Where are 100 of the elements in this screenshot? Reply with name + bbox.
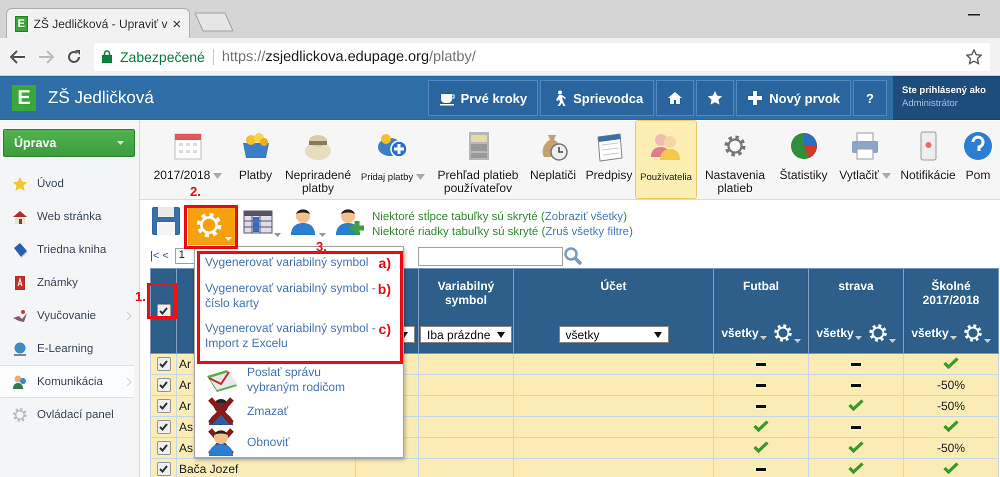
sidebar-item[interactable]: Známky — [0, 266, 134, 299]
toolbar-button[interactable]: Prehľad platieb používateľov — [433, 120, 523, 198]
toolbar-button[interactable]: Nepriradené platby — [283, 120, 353, 198]
checkbox[interactable] — [156, 357, 170, 372]
address-bar[interactable]: Zabezpečené https://zsjedlickova.edupage.org/platby/ — [94, 42, 990, 70]
toolbar-button[interactable]: Neplatiči — [523, 120, 583, 186]
header-button[interactable]: Nový prvok — [736, 80, 852, 116]
caret-icon — [854, 336, 862, 340]
notice-text: Niektoré riadky tabuľky sú skryté (Zruš všetky filtre) — [372, 225, 633, 240]
filter-dropdown[interactable]: všetky — [911, 326, 957, 340]
checkbox[interactable] — [156, 378, 170, 392]
dash-mark — [756, 468, 766, 472]
column-settings-button[interactable] — [772, 323, 801, 343]
dropdown-arrow-icon — [654, 332, 662, 338]
search-field[interactable] — [418, 246, 563, 266]
toolbar-button[interactable]: Štatistiky — [773, 120, 834, 186]
table-cell: -50% — [936, 378, 965, 392]
caret-icon — [274, 233, 281, 237]
star-icon — [707, 90, 724, 106]
header-button[interactable] — [696, 80, 734, 116]
sidebar-item[interactable]: E-Learning — [0, 332, 134, 365]
check-icon — [753, 440, 769, 452]
sidebar-item[interactable]: Komunikácia — [0, 365, 134, 398]
table-cell: Bača Jozef — [176, 458, 356, 477]
tools-icon — [12, 308, 28, 324]
dash-mark — [851, 426, 861, 430]
people-icon — [12, 374, 28, 390]
header-button[interactable] — [656, 80, 694, 116]
sidebar-item[interactable]: Triedna kniha — [0, 233, 134, 266]
dash-mark — [851, 384, 861, 388]
url-text: https://zsjedlickova.edupage.org/platby/ — [222, 48, 476, 64]
sidebar-item[interactable]: Úvod — [0, 167, 134, 200]
pager-link[interactable]: |< < — [150, 250, 169, 262]
toolbar-button[interactable]: Pom — [960, 120, 996, 186]
toolbar-button[interactable]: Pridaj platby — [353, 120, 433, 186]
toolbar-button[interactable]: 2017/2018 — [148, 120, 228, 186]
search-icon — [563, 246, 583, 266]
notice-link[interactable]: Zruš všetky filtre — [545, 226, 630, 238]
filter-select[interactable]: Iba prázdne — [420, 326, 512, 343]
filter-select[interactable]: všetky — [558, 326, 668, 343]
header-button[interactable]: Prvé kroky — [428, 80, 538, 116]
checkbox[interactable] — [156, 420, 170, 434]
menu-item[interactable]: Obnoviť — [247, 434, 290, 450]
sidebar-item[interactable]: Vyučovanie — [0, 299, 134, 332]
filter-dropdown[interactable]: všetky — [816, 326, 862, 340]
caret-icon — [319, 233, 326, 237]
dropdown-caret-icon — [416, 174, 426, 180]
annotation-frame — [184, 205, 238, 249]
secure-label: Zabezpečené — [120, 48, 214, 64]
toolbar-button[interactable]: Notifikácie — [896, 120, 960, 186]
column-settings-button[interactable] — [868, 323, 896, 343]
header-button[interactable]: ? — [853, 80, 887, 116]
gear-icon — [868, 323, 888, 343]
checkbox[interactable] — [156, 441, 170, 456]
notice-text: Niektoré stĺpce tabuľky sú skryté (Zobraziť všetky) — [372, 210, 628, 225]
caret-icon — [984, 339, 991, 343]
column-header: strava — [838, 279, 874, 293]
minimize-icon — [968, 14, 980, 16]
annotation-label: 2. — [190, 184, 201, 199]
toolbar-button[interactable]: Používatelia — [635, 120, 697, 199]
checkbox[interactable] — [156, 462, 170, 476]
header-button[interactable]: Sprievodca — [540, 80, 654, 116]
home-icon — [667, 90, 684, 106]
house-icon — [12, 208, 28, 224]
plus-icon — [747, 90, 764, 106]
column-header: Účet — [600, 279, 626, 293]
globe-icon — [12, 340, 28, 356]
toolbar-button[interactable]: Platby — [228, 120, 283, 186]
check-icon — [753, 420, 769, 432]
caret-icon — [224, 237, 232, 241]
close-icon — [173, 18, 181, 28]
filter-dropdown[interactable]: všetky — [721, 326, 767, 340]
check-icon — [848, 462, 864, 474]
column-header: Školné 2017/2018 — [922, 279, 980, 307]
toolbar-button[interactable]: Nastavenia platieb — [697, 120, 773, 198]
check-icon — [943, 356, 959, 368]
dash-mark — [756, 384, 766, 388]
menu-item[interactable]: Vygenerovať variabilný symbol - číslo karty — [205, 281, 377, 311]
dash-mark — [851, 363, 861, 366]
gear-icon — [772, 323, 793, 343]
dash-mark — [756, 363, 766, 366]
browser-tab[interactable]: E ZŠ Jedličková - Upraviť v — [6, 8, 190, 38]
toolbar-button[interactable]: Predpisy — [583, 120, 635, 186]
column-settings-button[interactable] — [962, 323, 991, 343]
checkbox[interactable] — [156, 399, 170, 414]
menu-item[interactable]: Vygenerovať variabilný symbol - Import z Excelu — [205, 321, 377, 351]
check-icon — [848, 398, 864, 410]
annotation-label: b) — [378, 281, 391, 297]
sidebar-item[interactable]: Ovládací panel — [0, 398, 134, 431]
sidebar-item[interactable]: Web stránka — [0, 200, 134, 233]
site-title: ZŠ Jedličková — [48, 88, 155, 108]
user-box[interactable]: Ste prihlásený ako Administrátor — [893, 76, 1000, 120]
toolbar-button[interactable]: Vytlačiť — [834, 120, 896, 186]
chevron-icon — [126, 310, 132, 320]
annotation-label: a) — [378, 255, 391, 271]
notice-link[interactable]: Zobraziť všetky — [544, 211, 624, 223]
table-cell: -50% — [936, 441, 965, 455]
dropdown-caret-icon — [213, 172, 222, 179]
menu-item[interactable]: Zmazať — [247, 404, 288, 418]
menu-item[interactable]: Vygenerovať variabilný symbol — [205, 255, 377, 270]
